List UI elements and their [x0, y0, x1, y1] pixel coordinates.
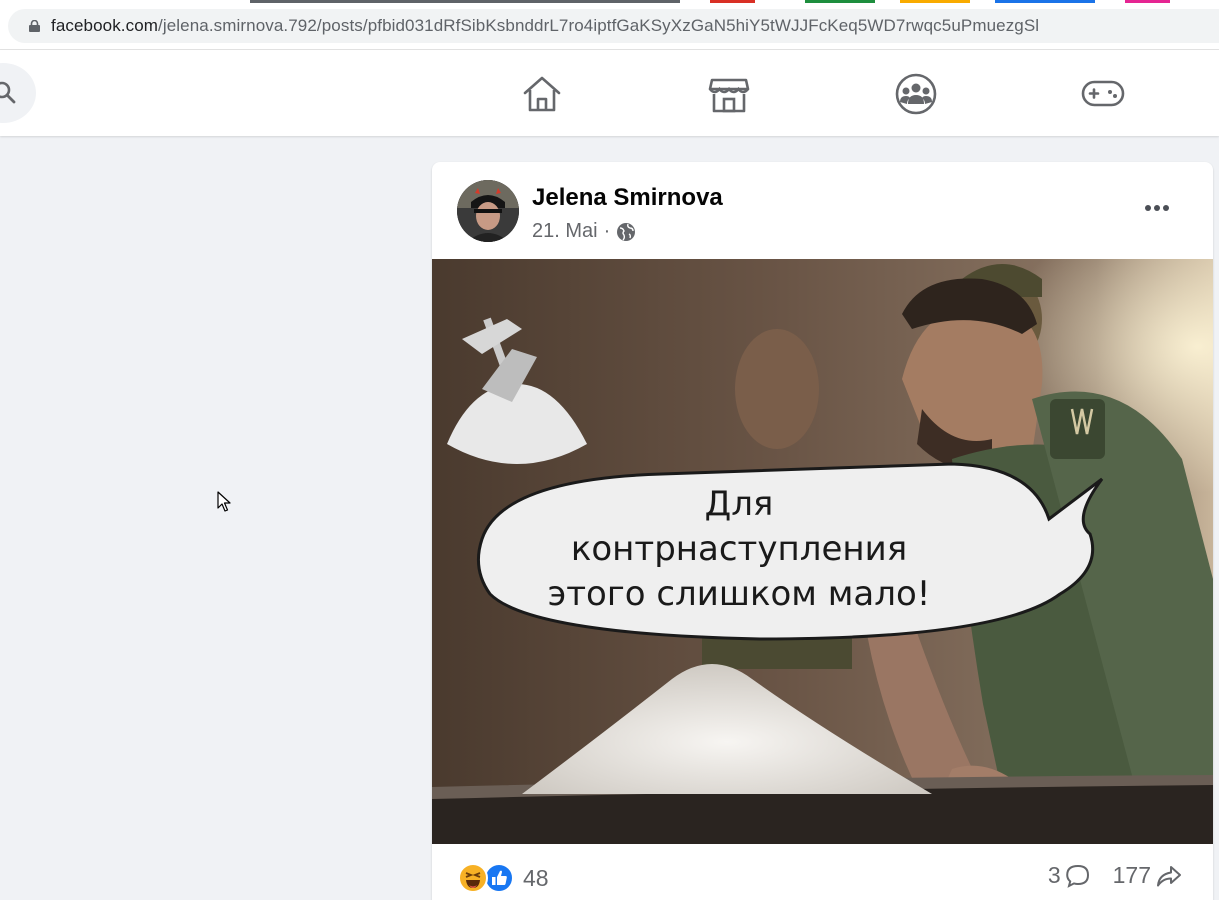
more-options-button[interactable]	[1139, 192, 1179, 222]
globe-icon[interactable]	[616, 222, 636, 242]
share-count: 177	[1112, 862, 1151, 888]
engagement-stats: 3 177	[1048, 862, 1183, 889]
tab-strip	[0, 0, 1219, 4]
meta-separator: ·	[603, 220, 611, 242]
post-date[interactable]: 21. Mai	[532, 220, 598, 243]
haha-reaction-icon	[458, 863, 488, 893]
comments-stat[interactable]: 3	[1048, 862, 1091, 889]
post-image[interactable]: Для контрнаступления этого слишком мало!	[432, 259, 1213, 844]
avatar[interactable]	[457, 180, 519, 242]
comment-icon	[1065, 864, 1089, 888]
shares-stat[interactable]: 177	[1113, 862, 1183, 889]
marketplace-icon[interactable]	[707, 72, 751, 116]
post-card: Jelena Smirnova 21. Mai · Для контрнасту…	[432, 162, 1213, 900]
search-button[interactable]	[0, 63, 36, 123]
url-text: facebook.com/jelena.smirnova.792/posts/p…	[51, 16, 1039, 36]
gaming-icon[interactable]	[1081, 72, 1125, 116]
url-path: /jelena.smirnova.792/posts/pfbid031dRfSi…	[158, 16, 1040, 35]
like-reaction-icon	[484, 863, 514, 893]
facebook-top-nav	[0, 50, 1219, 136]
share-icon	[1157, 865, 1181, 886]
post-meta: 21. Mai ·	[532, 220, 636, 243]
browser-address-bar: facebook.com/jelena.smirnova.792/posts/p…	[0, 0, 1219, 50]
comment-count: 3	[1047, 862, 1061, 888]
reactions-summary[interactable]: 48	[458, 862, 549, 894]
avatar-photo	[457, 180, 519, 242]
search-icon	[0, 81, 16, 104]
lock-icon	[29, 20, 40, 32]
reaction-count: 48	[523, 864, 549, 891]
home-icon[interactable]	[520, 72, 564, 116]
url-domain: facebook.com	[51, 16, 159, 35]
post-photo-illustration	[432, 259, 1213, 844]
url-field[interactable]: facebook.com/jelena.smirnova.792/posts/p…	[8, 9, 1219, 43]
groups-icon[interactable]	[894, 72, 938, 116]
mouse-cursor-icon	[217, 491, 231, 512]
post-author-name[interactable]: Jelena Smirnova	[532, 184, 723, 212]
